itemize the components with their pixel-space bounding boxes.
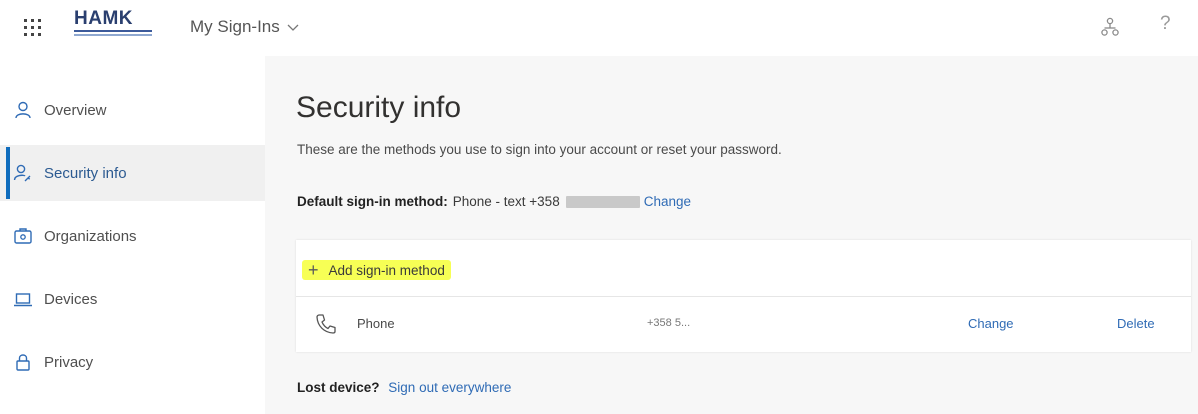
logo-underline-secondary xyxy=(74,34,152,36)
sidebar-item-privacy[interactable]: Privacy xyxy=(0,334,265,390)
sidebar-item-overview[interactable]: Overview xyxy=(0,82,265,138)
page-title: Security info xyxy=(296,91,462,124)
top-header: HAMK My Sign-Ins ? xyxy=(0,0,1198,56)
lost-device-label: Lost device? xyxy=(297,380,380,395)
plus-icon: + xyxy=(308,260,319,280)
logo-underline xyxy=(74,30,152,32)
sign-out-everywhere-link[interactable]: Sign out everywhere xyxy=(388,380,511,395)
add-sign-in-method-button[interactable]: + Add sign-in method xyxy=(302,260,451,280)
add-sign-in-method-label: Add sign-in method xyxy=(328,262,445,278)
sign-in-methods-card: + Add sign-in method Phone +358 5... Cha… xyxy=(296,240,1191,352)
sidebar-item-label: Organizations xyxy=(44,227,137,245)
change-method-link[interactable]: Change xyxy=(968,316,1014,331)
person-key-icon xyxy=(13,164,31,182)
app-title-dropdown[interactable]: My Sign-Ins xyxy=(190,14,300,40)
delete-method-link[interactable]: Delete xyxy=(1117,316,1155,331)
phone-icon xyxy=(316,314,336,334)
method-value: +358 5... xyxy=(647,317,691,329)
sidebar-item-label: Overview xyxy=(44,101,107,119)
sidebar-item-organizations[interactable]: Organizations xyxy=(0,208,265,264)
sidebar-item-label: Security info xyxy=(44,164,127,182)
default-method-value: Phone - text +358 xyxy=(452,194,560,209)
app-launcher-icon[interactable] xyxy=(22,17,44,39)
sidebar-item-label: Privacy xyxy=(44,353,94,371)
app-title: My Sign-Ins xyxy=(190,17,280,36)
laptop-icon xyxy=(14,293,32,307)
logo-text: HAMK xyxy=(74,8,133,29)
method-row-phone: Phone +358 5... Change Delete xyxy=(296,297,1191,352)
person-icon xyxy=(15,101,31,119)
lost-device-row: Lost device? Sign out everywhere xyxy=(297,380,511,395)
page-description: These are the methods you use to sign in… xyxy=(297,142,782,157)
lock-icon xyxy=(16,354,30,371)
chevron-down-icon xyxy=(287,24,299,31)
main-content: Security info These are the methods you … xyxy=(265,56,1198,414)
help-icon[interactable]: ? xyxy=(1160,13,1176,39)
default-method-label: Default sign-in method: xyxy=(297,194,448,209)
sidebar-nav: Overview Security info Organizations Dev… xyxy=(0,56,265,414)
hamk-logo[interactable]: HAMK xyxy=(74,9,154,39)
active-indicator xyxy=(6,147,10,199)
method-name: Phone xyxy=(357,316,395,331)
default-sign-in-method: Default sign-in method: Phone - text +35… xyxy=(297,194,691,209)
redacted-phone-number xyxy=(565,195,640,208)
organization-icon[interactable] xyxy=(1100,17,1120,39)
sidebar-item-security-info[interactable]: Security info xyxy=(0,145,265,201)
sidebar-item-devices[interactable]: Devices xyxy=(0,271,265,327)
sidebar-item-label: Devices xyxy=(44,290,98,308)
briefcase-icon xyxy=(14,228,32,244)
change-default-method-link[interactable]: Change xyxy=(644,194,691,209)
